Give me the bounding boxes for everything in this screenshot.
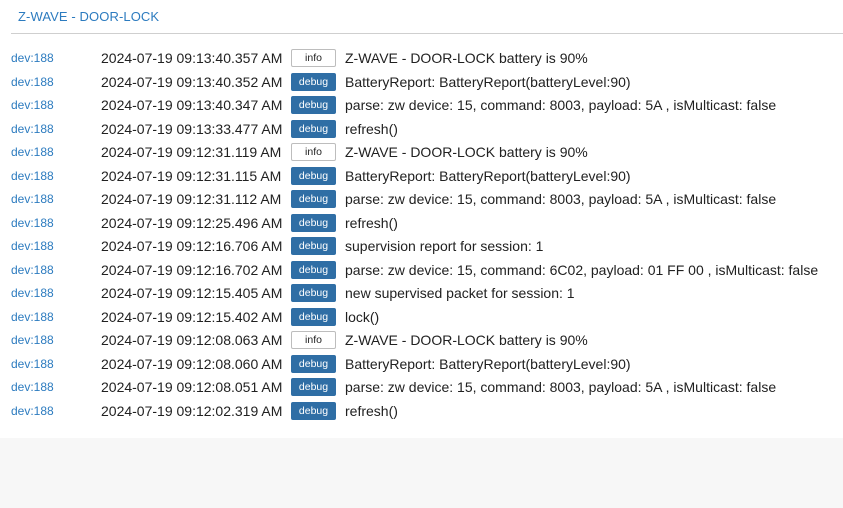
log-message: supervision report for session: 1 bbox=[345, 238, 544, 254]
log-message: parse: zw device: 15, command: 8003, pay… bbox=[345, 379, 777, 395]
log-timestamp: 2024-07-19 09:12:02.319 AM bbox=[101, 402, 283, 419]
log-level-badge: debug bbox=[291, 190, 336, 208]
device-link[interactable]: dev:188 bbox=[11, 192, 54, 206]
log-row: dev:188 2024-07-19 09:12:31.115 AM debug… bbox=[0, 165, 843, 189]
log-level-badge: debug bbox=[291, 166, 336, 185]
device-link[interactable]: dev:188 bbox=[11, 333, 54, 347]
device-link[interactable]: dev:188 bbox=[11, 75, 54, 89]
device-link[interactable]: dev:188 bbox=[11, 310, 54, 324]
device-link[interactable]: dev:188 bbox=[11, 380, 54, 394]
log-message: refresh() bbox=[345, 214, 398, 231]
device-link[interactable]: dev:188 bbox=[11, 286, 54, 300]
log-timestamp: 2024-07-19 09:12:31.119 AM bbox=[101, 144, 282, 160]
log-message: refresh() bbox=[345, 120, 398, 137]
log-row: dev:188 2024-07-19 09:12:31.119 AM info … bbox=[0, 141, 843, 165]
device-link[interactable]: dev:188 bbox=[11, 216, 54, 230]
log-level-badge: debug bbox=[291, 401, 336, 420]
log-message: BatteryReport: BatteryReport(batteryLeve… bbox=[345, 355, 631, 372]
log-row: dev:188 2024-07-19 09:12:08.063 AM info … bbox=[0, 329, 843, 353]
log-timestamp: 2024-07-19 09:12:16.706 AM bbox=[101, 238, 283, 254]
device-link[interactable]: dev:188 bbox=[11, 239, 54, 253]
log-message: Z-WAVE - DOOR-LOCK battery is 90% bbox=[345, 50, 588, 66]
device-link[interactable]: dev:188 bbox=[11, 98, 54, 112]
log-timestamp: 2024-07-19 09:12:15.405 AM bbox=[101, 285, 283, 301]
title-divider bbox=[11, 33, 843, 34]
log-message: BatteryReport: BatteryReport(batteryLeve… bbox=[345, 73, 631, 90]
log-timestamp: 2024-07-19 09:12:31.115 AM bbox=[101, 167, 282, 184]
device-link[interactable]: dev:188 bbox=[11, 263, 54, 277]
log-row: dev:188 2024-07-19 09:13:40.347 AM debug… bbox=[0, 94, 843, 118]
log-timestamp: 2024-07-19 09:13:40.357 AM bbox=[101, 50, 283, 66]
log-row: dev:188 2024-07-19 09:12:15.402 AM debug… bbox=[0, 306, 843, 330]
log-message: refresh() bbox=[345, 402, 398, 419]
log-message: Z-WAVE - DOOR-LOCK battery is 90% bbox=[345, 332, 588, 348]
log-level-badge: debug bbox=[291, 307, 336, 326]
log-level-badge: debug bbox=[291, 378, 336, 396]
log-level-badge: debug bbox=[291, 237, 336, 255]
log-level-badge: info bbox=[291, 143, 336, 161]
log-timestamp: 2024-07-19 09:12:16.702 AM bbox=[101, 261, 283, 278]
log-row: dev:188 2024-07-19 09:13:33.477 AM debug… bbox=[0, 118, 843, 142]
log-message: parse: zw device: 15, command: 8003, pay… bbox=[345, 97, 777, 113]
log-timestamp: 2024-07-19 09:13:33.477 AM bbox=[101, 120, 283, 137]
log-row: dev:188 2024-07-19 09:12:16.702 AM debug… bbox=[0, 259, 843, 283]
log-level-badge: info bbox=[291, 49, 336, 67]
log-row: dev:188 2024-07-19 09:12:16.706 AM debug… bbox=[0, 235, 843, 259]
device-link[interactable]: dev:188 bbox=[11, 404, 54, 418]
log-panel: Z-WAVE - DOOR-LOCK dev:188 2024-07-19 09… bbox=[0, 0, 843, 438]
log-row: dev:188 2024-07-19 09:12:08.060 AM debug… bbox=[0, 353, 843, 377]
log-level-badge: debug bbox=[291, 119, 336, 138]
device-title-link[interactable]: Z-WAVE - DOOR-LOCK bbox=[18, 9, 159, 24]
log-level-badge: debug bbox=[291, 354, 336, 373]
device-link[interactable]: dev:188 bbox=[11, 122, 54, 136]
log-level-badge: debug bbox=[291, 260, 336, 279]
log-timestamp: 2024-07-19 09:12:31.112 AM bbox=[101, 191, 282, 207]
log-level-badge: debug bbox=[291, 284, 336, 302]
log-row: dev:188 2024-07-19 09:12:08.051 AM debug… bbox=[0, 376, 843, 400]
log-message: lock() bbox=[345, 308, 380, 325]
log-row: dev:188 2024-07-19 09:12:31.112 AM debug… bbox=[0, 188, 843, 212]
log-level-badge: info bbox=[291, 331, 336, 349]
log-timestamp: 2024-07-19 09:12:25.496 AM bbox=[101, 214, 283, 231]
log-timestamp: 2024-07-19 09:12:15.402 AM bbox=[101, 308, 283, 325]
log-message: Z-WAVE - DOOR-LOCK battery is 90% bbox=[345, 144, 588, 160]
log-level-badge: debug bbox=[291, 96, 336, 114]
log-timestamp: 2024-07-19 09:12:08.063 AM bbox=[101, 332, 283, 348]
log-row: dev:188 2024-07-19 09:13:40.352 AM debug… bbox=[0, 71, 843, 95]
log-message: new supervised packet for session: 1 bbox=[345, 285, 575, 301]
log-message: parse: zw device: 15, command: 8003, pay… bbox=[345, 191, 777, 207]
log-message: parse: zw device: 15, command: 6C02, pay… bbox=[345, 261, 819, 278]
log-level-badge: debug bbox=[291, 72, 336, 91]
log-row: dev:188 2024-07-19 09:12:15.405 AM debug… bbox=[0, 282, 843, 306]
device-link[interactable]: dev:188 bbox=[11, 169, 54, 183]
log-row: dev:188 2024-07-19 09:13:40.357 AM info … bbox=[0, 47, 843, 71]
device-link[interactable]: dev:188 bbox=[11, 51, 54, 65]
log-timestamp: 2024-07-19 09:13:40.352 AM bbox=[101, 73, 283, 90]
log-row: dev:188 2024-07-19 09:12:25.496 AM debug… bbox=[0, 212, 843, 236]
log-row: dev:188 2024-07-19 09:12:02.319 AM debug… bbox=[0, 400, 843, 424]
log-timestamp: 2024-07-19 09:13:40.347 AM bbox=[101, 97, 283, 113]
log-list: dev:188 2024-07-19 09:13:40.357 AM info … bbox=[0, 47, 843, 423]
log-timestamp: 2024-07-19 09:12:08.051 AM bbox=[101, 379, 283, 395]
log-timestamp: 2024-07-19 09:12:08.060 AM bbox=[101, 355, 283, 372]
log-message: BatteryReport: BatteryReport(batteryLeve… bbox=[345, 167, 631, 184]
device-link[interactable]: dev:188 bbox=[11, 145, 54, 159]
device-link[interactable]: dev:188 bbox=[11, 357, 54, 371]
log-level-badge: debug bbox=[291, 213, 336, 232]
